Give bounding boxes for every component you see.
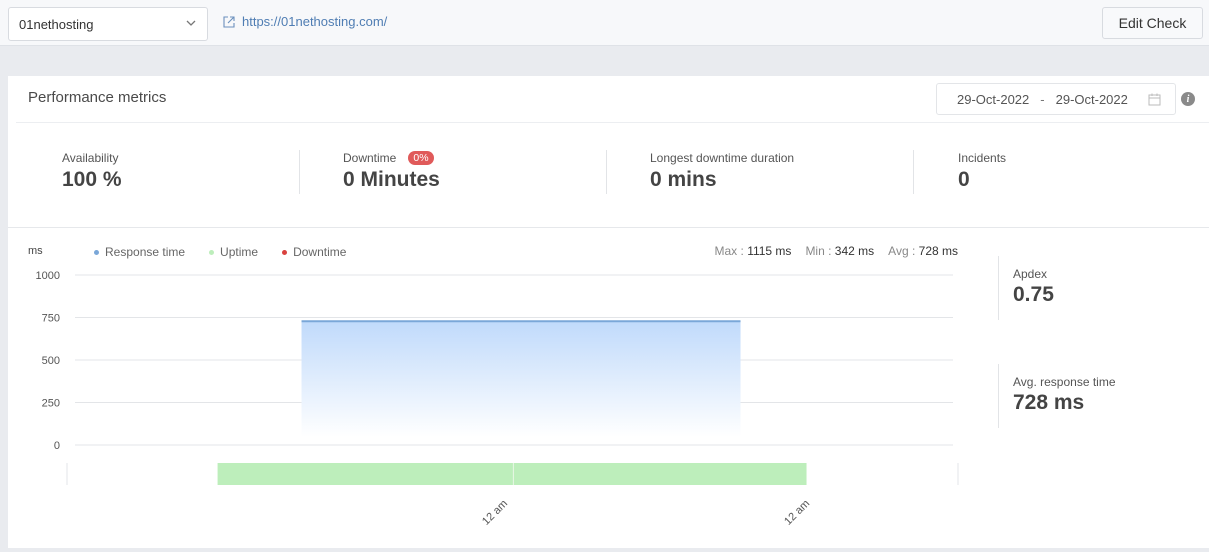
apdex-stat: Apdex 0.75 (998, 256, 1054, 320)
stat-longest-downtime: Longest downtime duration 0 mins (650, 150, 794, 192)
external-link-icon (223, 15, 235, 28)
avg-response-stat: Avg. response time 728 ms (998, 364, 1116, 428)
site-url-text: https://01nethosting.com/ (242, 14, 388, 29)
y-tick-label: 500 (42, 355, 60, 367)
top-bar: 01nethosting https://01nethosting.com/ E… (0, 0, 1209, 46)
response-time-chart: ms Response time Uptime Downtime Max : 1… (8, 228, 988, 548)
downtime-label: Downtime (343, 151, 397, 165)
downtime-percent-badge: 0% (408, 151, 434, 165)
stat-downtime: Downtime 0% 0 Minutes (343, 150, 440, 192)
y-tick-label: 1000 (36, 270, 60, 282)
stat-availability: Availability 100 % (62, 150, 122, 192)
performance-metrics-panel: Performance metrics 29-Oct-2022 - 29-Oct… (8, 76, 1209, 548)
x-tick-label: 12 am (480, 498, 510, 528)
stat-divider (913, 150, 914, 194)
incidents-label: Incidents (958, 151, 1007, 165)
availability-value: 100 % (62, 168, 122, 191)
header-divider (16, 122, 1209, 123)
longest-downtime-label: Longest downtime duration (650, 151, 795, 165)
stat-divider (299, 150, 300, 194)
stat-incidents: Incidents 0 (958, 150, 1006, 192)
date-range-picker[interactable]: 29-Oct-2022 - 29-Oct-2022 (936, 83, 1176, 115)
y-tick-label: 750 (42, 313, 60, 325)
apdex-label: Apdex (1013, 267, 1048, 281)
x-tick-label: 12 am (782, 498, 812, 528)
info-icon[interactable]: i (1181, 92, 1195, 106)
downtime-value: 0 Minutes (343, 168, 440, 191)
avg-response-label: Avg. response time (1013, 375, 1116, 389)
calendar-icon (1148, 93, 1161, 106)
date-to: 29-Oct-2022 (1055, 91, 1128, 107)
site-select[interactable]: 01nethosting (8, 7, 208, 41)
apdex-value: 0.75 (1013, 283, 1054, 306)
incidents-value: 0 (958, 168, 970, 191)
chart-svg: 1000 750 500 250 0 12 am 12 am (36, 270, 959, 528)
avg-response-value: 728 ms (1013, 391, 1085, 414)
site-url-link[interactable]: https://01nethosting.com/ (222, 14, 387, 29)
chevron-down-icon (186, 20, 196, 26)
date-separator: - (1040, 91, 1045, 107)
y-tick-label: 0 (54, 440, 60, 452)
panel-title: Performance metrics (28, 89, 167, 106)
longest-downtime-value: 0 mins (650, 168, 717, 191)
stat-divider (606, 150, 607, 194)
response-time-area (301, 321, 741, 437)
edit-check-button[interactable]: Edit Check (1102, 7, 1203, 39)
uptime-bar (217, 463, 807, 485)
availability-label: Availability (62, 151, 119, 165)
date-from: 29-Oct-2022 (957, 91, 1030, 107)
y-tick-label: 250 (42, 398, 60, 410)
site-select-value: 01nethosting (19, 16, 94, 32)
